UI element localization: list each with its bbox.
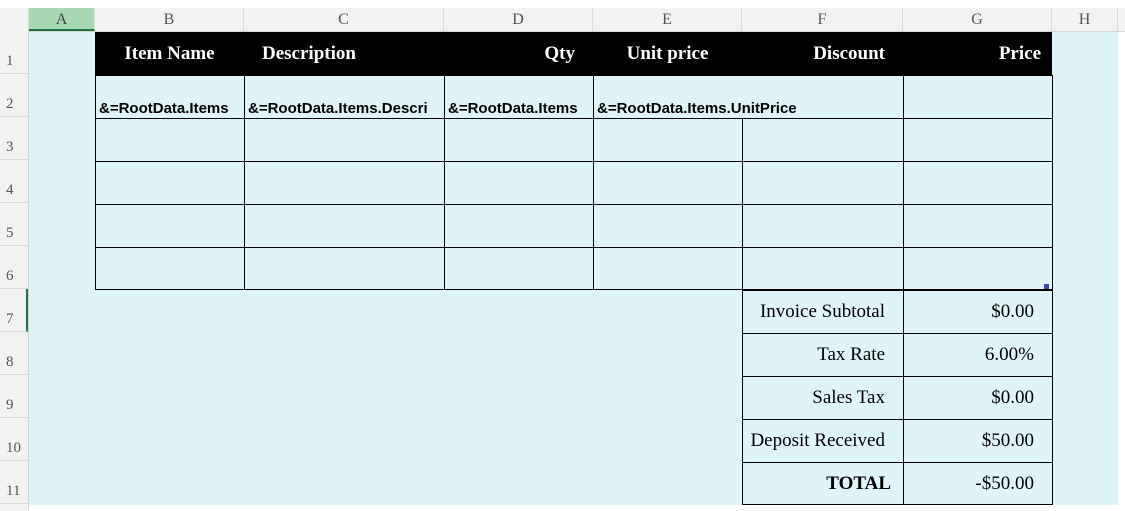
summary-value-subtotal[interactable]: $0.00 xyxy=(903,290,1053,334)
column-header-f[interactable]: F xyxy=(742,8,903,31)
cell-b6[interactable] xyxy=(95,247,245,290)
cell-f6[interactable] xyxy=(742,247,904,290)
cell-b2[interactable]: &=RootData.Items xyxy=(95,75,245,119)
cell-e3[interactable] xyxy=(593,118,743,162)
cell-b3[interactable] xyxy=(95,118,245,162)
row-header-9[interactable]: 9 xyxy=(0,375,28,418)
column-header-a[interactable]: A xyxy=(29,8,95,31)
row-header-6[interactable]: 6 xyxy=(0,246,28,289)
row-header-10[interactable]: 10 xyxy=(0,418,28,461)
row-header-4[interactable]: 4 xyxy=(0,160,28,203)
summary-label-tax-rate[interactable]: Tax Rate xyxy=(742,333,904,377)
cell-g4[interactable] xyxy=(903,161,1053,205)
column-header-h[interactable]: H xyxy=(1052,8,1118,31)
row-header-1[interactable]: 1 xyxy=(0,31,28,74)
row-number: 9 xyxy=(6,397,14,413)
row-number: 6 xyxy=(6,268,14,284)
cell-c2[interactable]: &=RootData.Items.Descri xyxy=(244,75,445,119)
summary-value-total[interactable]: -$50.00 xyxy=(903,462,1053,505)
summary-value-sales-tax[interactable]: $0.00 xyxy=(903,376,1053,420)
row-number: 10 xyxy=(6,440,21,456)
row-header-3[interactable]: 3 xyxy=(0,117,28,160)
cell-c6[interactable] xyxy=(244,247,445,290)
binding-qty: &=RootData.Items xyxy=(448,100,578,117)
summary-label-subtotal[interactable]: Invoice Subtotal xyxy=(742,290,904,334)
column-header-e[interactable]: E xyxy=(593,8,742,31)
cell-d5[interactable] xyxy=(444,204,594,248)
row-header-8[interactable]: 8 xyxy=(0,332,28,375)
cell-c3[interactable] xyxy=(244,118,445,162)
row-number: 3 xyxy=(6,139,14,155)
row-header-2[interactable]: 2 xyxy=(0,74,28,117)
cell-c5[interactable] xyxy=(244,204,445,248)
cell-c4[interactable] xyxy=(244,161,445,205)
summary-label-total[interactable]: TOTAL xyxy=(742,462,904,505)
column-header-d[interactable]: D xyxy=(444,8,593,31)
column-header-c[interactable]: C xyxy=(244,8,444,31)
row-number: 2 xyxy=(6,96,14,112)
cell-d6[interactable] xyxy=(444,247,594,290)
cell-e5[interactable] xyxy=(593,204,743,248)
fill-handle[interactable] xyxy=(1044,284,1049,289)
header-item-name[interactable]: Item Name xyxy=(95,32,244,75)
cell-g2[interactable] xyxy=(903,75,1053,119)
binding-item-name: &=RootData.Items xyxy=(99,100,229,117)
row-number: 5 xyxy=(6,225,14,241)
row-number: 1 xyxy=(6,53,14,69)
header-qty[interactable]: Qty xyxy=(444,32,593,75)
row-header-bar: 1 2 3 4 5 6 7 8 9 10 11 xyxy=(0,31,29,511)
row-header-5[interactable]: 5 xyxy=(0,203,28,246)
summary-value-tax-rate[interactable]: 6.00% xyxy=(903,333,1053,377)
summary-label-deposit[interactable]: Deposit Received xyxy=(742,419,904,463)
header-unit-price[interactable]: Unit price xyxy=(593,32,742,75)
row-number: 7 xyxy=(6,311,14,327)
cell-b5[interactable] xyxy=(95,204,245,248)
summary-label-sales-tax[interactable]: Sales Tax xyxy=(742,376,904,420)
row-number: 11 xyxy=(6,483,21,499)
binding-description: &=RootData.Items.Descri xyxy=(248,100,428,117)
row-header-11[interactable]: 11 xyxy=(0,461,28,504)
summary-value-deposit[interactable]: $50.00 xyxy=(903,419,1053,463)
column-header-g[interactable]: G xyxy=(903,8,1052,31)
header-description[interactable]: Description xyxy=(244,32,444,75)
cell-e4[interactable] xyxy=(593,161,743,205)
row-number: 8 xyxy=(6,354,14,370)
cell-g6[interactable] xyxy=(903,247,1053,290)
column-header-bar: A B C D E F G H xyxy=(0,8,1125,32)
select-all-corner[interactable] xyxy=(0,8,29,31)
cell-d4[interactable] xyxy=(444,161,594,205)
row-header-7[interactable]: 7 xyxy=(0,289,28,332)
cell-d3[interactable] xyxy=(444,118,594,162)
header-discount[interactable]: Discount xyxy=(742,32,903,75)
column-header-b[interactable]: B xyxy=(95,8,244,31)
cell-g5[interactable] xyxy=(903,204,1053,248)
cell-d2[interactable]: &=RootData.Items xyxy=(444,75,594,119)
cell-b4[interactable] xyxy=(95,161,245,205)
header-price[interactable]: Price xyxy=(903,32,1052,75)
worksheet-grid[interactable]: Item Name Description Qty Unit price Dis… xyxy=(29,32,1118,505)
binding-unit-price: &=RootData.Items.UnitPrice xyxy=(597,100,797,117)
cell-f4[interactable] xyxy=(742,161,904,205)
cell-g3[interactable] xyxy=(903,118,1053,162)
cell-e6[interactable] xyxy=(593,247,743,290)
cell-f5[interactable] xyxy=(742,204,904,248)
cell-f3[interactable] xyxy=(742,118,904,162)
row-number: 4 xyxy=(6,182,14,198)
cell-e2[interactable]: &=RootData.Items.UnitPrice xyxy=(593,75,904,119)
